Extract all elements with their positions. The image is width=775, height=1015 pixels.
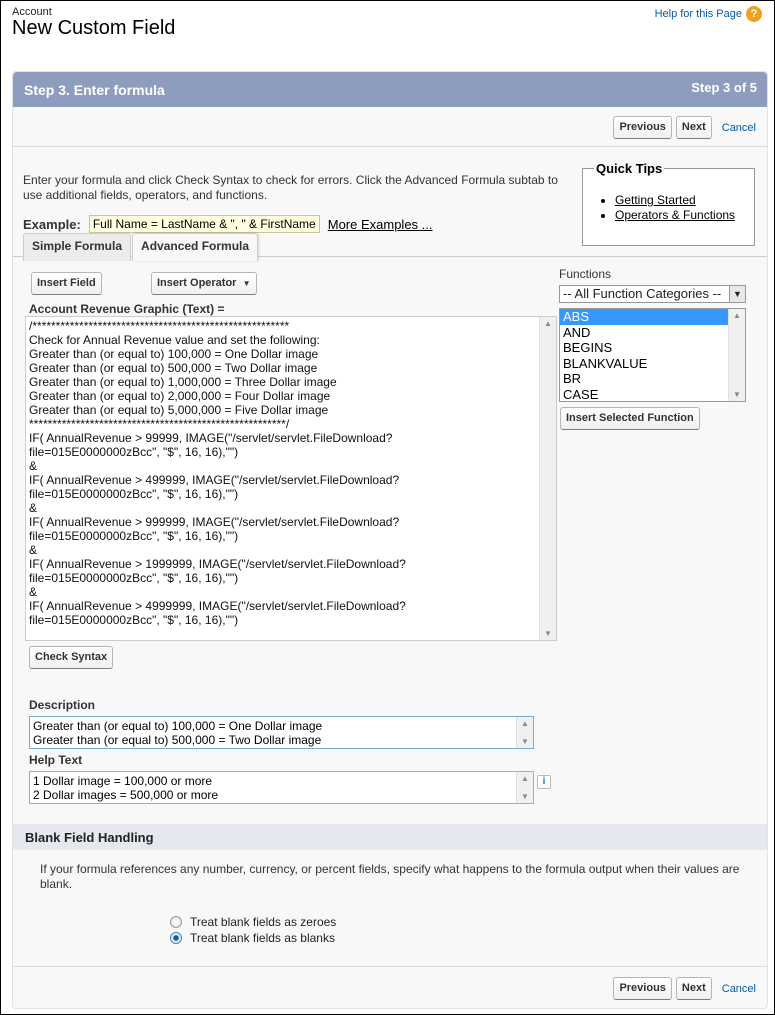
function-category-value: -- All Function Categories -- [563, 286, 722, 301]
help-text-value[interactable]: 1 Dollar image = 100,000 or more 2 Dolla… [33, 774, 218, 802]
example-label: Example: [23, 216, 81, 232]
scroll-down-icon[interactable]: ▼ [517, 737, 533, 746]
chevron-down-icon: ▼ [242, 279, 251, 288]
scroll-down-icon[interactable]: ▼ [540, 629, 556, 638]
formula-label: Account Revenue Graphic (Text) = [29, 302, 225, 316]
quick-tips-box: Quick Tips Getting Started Operators & F… [582, 161, 755, 246]
scroll-down-icon[interactable]: ▼ [729, 390, 745, 399]
radio-button[interactable] [170, 932, 182, 944]
formula-editor[interactable]: /***************************************… [25, 316, 557, 641]
tab-advanced-formula[interactable]: Advanced Formula [132, 233, 259, 261]
panel-title: Step 3. Enter formula [24, 82, 165, 98]
divider [13, 966, 767, 967]
help-text-field[interactable]: 1 Dollar image = 100,000 or more 2 Dolla… [29, 771, 534, 804]
getting-started-link[interactable]: Getting Started [615, 193, 696, 207]
description-field[interactable]: Greater than (or equal to) 100,000 = One… [29, 716, 534, 749]
divider [13, 146, 767, 147]
radio-treat-as-blanks[interactable]: Treat blank fields as blanks [170, 931, 335, 945]
info-icon[interactable]: i [537, 775, 551, 789]
operators-functions-link[interactable]: Operators & Functions [615, 208, 735, 222]
radio-label: Treat blank fields as zeroes [190, 915, 337, 929]
check-syntax-button[interactable]: Check Syntax [29, 646, 114, 669]
scroll-up-icon[interactable]: ▲ [517, 719, 533, 728]
insert-operator-button[interactable]: Insert Operator ▼ [151, 272, 257, 295]
previous-button[interactable]: Previous [613, 977, 672, 1000]
blank-field-handling-header: Blank Field Handling [13, 824, 767, 850]
description-text[interactable]: Greater than (or equal to) 100,000 = One… [33, 719, 322, 747]
function-category-select[interactable]: -- All Function Categories -- ▼ [559, 285, 746, 303]
next-button[interactable]: Next [675, 977, 712, 1000]
formula-tabs: Simple Formula Advanced Formula [23, 233, 259, 261]
radio-label: Treat blank fields as blanks [190, 931, 335, 945]
quick-tips-title: Quick Tips [594, 161, 665, 176]
insert-selected-function-button[interactable]: Insert Selected Function [560, 407, 700, 430]
example-row: Example: Full Name = LastName & ", " & F… [23, 215, 433, 233]
panel-header: Step 3. Enter formula Step 3 of 5 [13, 72, 767, 107]
help-icon[interactable]: ? [746, 6, 762, 22]
scroll-up-icon[interactable]: ▲ [540, 319, 556, 328]
description-scrollbar[interactable]: ▲ ▼ [516, 717, 533, 748]
top-nav-buttons: Previous Next Cancel [613, 116, 756, 139]
function-item[interactable]: AND [560, 325, 728, 341]
more-examples-link[interactable]: More Examples ... [328, 217, 433, 232]
chevron-down-icon[interactable]: ▼ [729, 286, 745, 302]
scroll-up-icon[interactable]: ▲ [517, 774, 533, 783]
function-item[interactable]: ABS [560, 309, 728, 325]
page-title: New Custom Field [12, 17, 176, 39]
help-text-label: Help Text [29, 753, 83, 767]
bottom-nav-buttons: Previous Next Cancel [613, 977, 756, 1000]
intro-text: Enter your formula and click Check Synta… [23, 173, 558, 202]
help-for-this-page-link[interactable]: Help for this Page [655, 8, 742, 20]
radio-button[interactable] [170, 916, 182, 928]
function-item[interactable]: BR [560, 371, 728, 387]
step-indicator: Step 3 of 5 [691, 80, 757, 95]
example-value: Full Name = LastName & ", " & FirstName [88, 215, 320, 233]
formula-text[interactable]: /***************************************… [29, 319, 538, 627]
previous-button[interactable]: Previous [613, 116, 672, 139]
function-item[interactable]: CASE [560, 387, 728, 402]
insert-operator-label: Insert Operator [157, 277, 237, 289]
tab-simple-formula[interactable]: Simple Formula [23, 233, 132, 261]
radio-treat-as-zeroes[interactable]: Treat blank fields as zeroes [170, 915, 336, 929]
function-item[interactable]: BEGINS [560, 340, 728, 356]
function-list[interactable]: ABS AND BEGINS BLANKVALUE BR CASE ▲ ▼ [559, 308, 746, 402]
description-label: Description [29, 698, 96, 712]
formula-scrollbar[interactable]: ▲ ▼ [539, 317, 556, 640]
function-list-scrollbar[interactable]: ▲ ▼ [728, 309, 745, 401]
functions-label: Functions [559, 267, 612, 281]
scroll-up-icon[interactable]: ▲ [729, 311, 745, 320]
cancel-link[interactable]: Cancel [722, 983, 756, 995]
help-text-scrollbar[interactable]: ▲ ▼ [516, 772, 533, 803]
cancel-link[interactable]: Cancel [722, 122, 756, 134]
next-button[interactable]: Next [675, 116, 712, 139]
function-item[interactable]: BLANKVALUE [560, 356, 728, 372]
blank-field-description: If your formula references any number, c… [40, 862, 740, 891]
insert-field-button[interactable]: Insert Field [31, 272, 102, 295]
scroll-down-icon[interactable]: ▼ [517, 792, 533, 801]
step-panel: Step 3. Enter formula Step 3 of 5 Previo… [12, 71, 768, 1009]
